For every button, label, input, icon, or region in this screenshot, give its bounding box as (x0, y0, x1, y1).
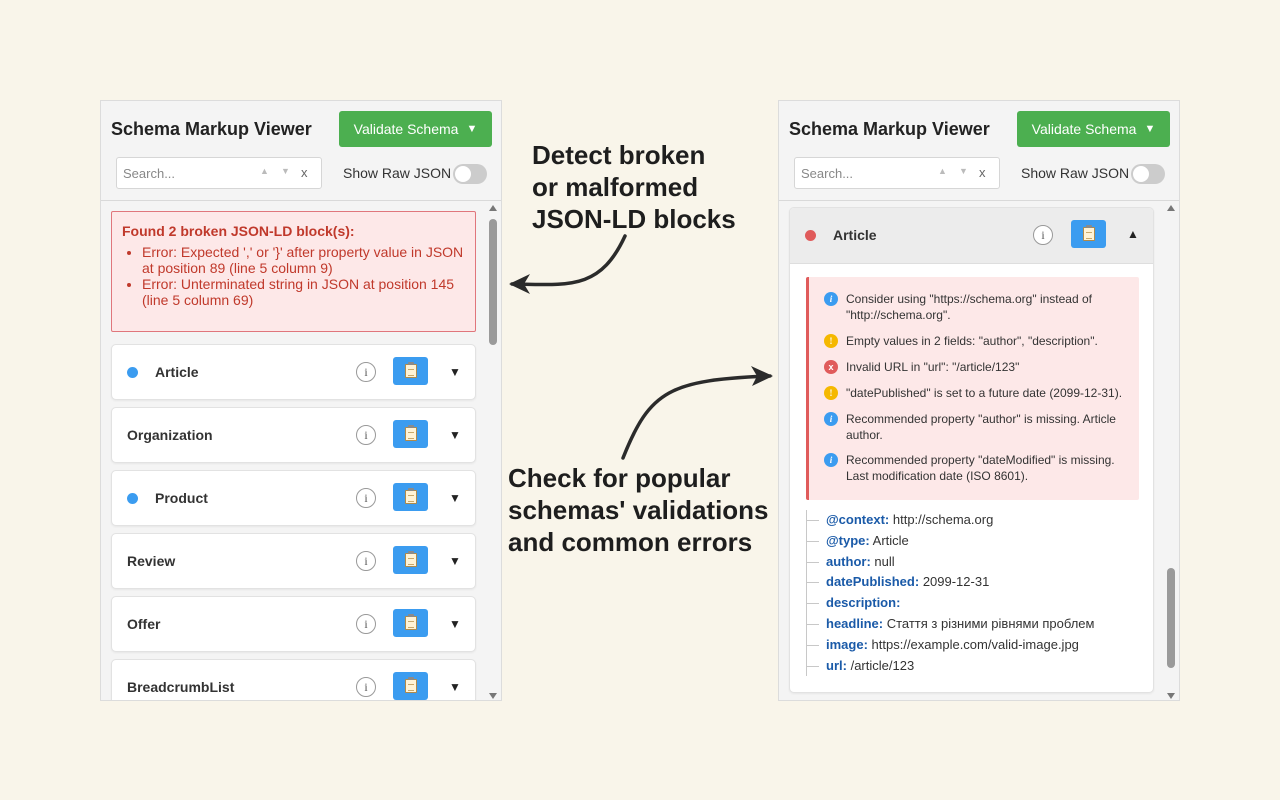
arrow-to-validations (621, 374, 772, 460)
annotation-arrows (509, 234, 773, 460)
arrow-to-broken-blocks (510, 234, 627, 287)
